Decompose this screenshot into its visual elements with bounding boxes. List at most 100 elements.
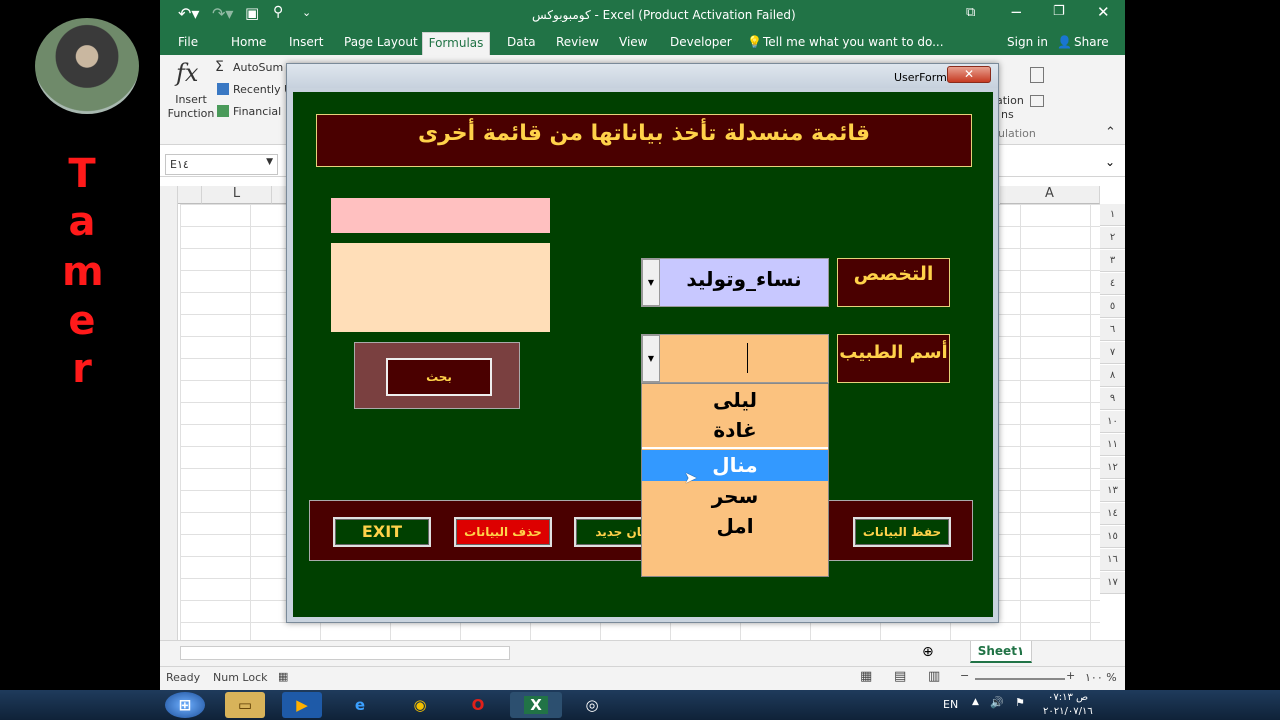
doctor-dropdown-list[interactable]: ليلى غادة منال ➤ سحر امل — [641, 383, 829, 577]
sign-in-link[interactable]: Sign in — [1007, 35, 1048, 49]
tab-formulas[interactable]: Formulas — [422, 32, 490, 55]
sheet-tab-bar: ⊕ Sheet١ — [160, 640, 1125, 666]
peach-textbox[interactable] — [331, 243, 550, 332]
opera-icon[interactable]: O — [458, 692, 498, 718]
pink-textbox[interactable] — [331, 198, 550, 233]
zoom-level[interactable]: ١٠٠ % — [1085, 671, 1117, 684]
minimize-icon[interactable]: − — [1010, 3, 1023, 21]
language-indicator[interactable]: EN — [943, 698, 958, 711]
page-layout-view-icon[interactable]: ▤ — [894, 669, 906, 684]
status-numlock: Num Lock — [213, 671, 268, 684]
collapse-ribbon-icon[interactable]: ⌃ — [1105, 125, 1116, 140]
row-header[interactable]: ١٥ — [1100, 526, 1125, 548]
chevron-down-icon[interactable]: ▼ — [642, 259, 660, 306]
normal-view-icon[interactable]: ▦ — [860, 669, 872, 684]
presenter-letter: m — [62, 249, 104, 295]
delete-button[interactable]: حذف البيانات — [454, 517, 552, 547]
clock-time[interactable]: ص ٠٧:١٣ — [1048, 692, 1088, 703]
financial-icon — [217, 105, 229, 117]
share-button[interactable]: Share — [1074, 35, 1109, 49]
excel-taskbar-icon[interactable]: X — [510, 692, 562, 718]
row-header[interactable]: ٧ — [1100, 342, 1125, 364]
tab-review[interactable]: Review — [556, 35, 599, 49]
row-header[interactable]: ٥ — [1100, 296, 1125, 318]
tab-file[interactable]: File — [178, 35, 198, 49]
add-sheet-icon[interactable]: ⊕ — [922, 644, 934, 660]
start-button-icon[interactable]: ⊞ — [165, 692, 205, 718]
function-icon[interactable]: fx — [176, 59, 198, 87]
row-header[interactable]: ١٧ — [1100, 572, 1125, 594]
zoom-in-icon[interactable]: + — [1066, 669, 1075, 682]
column-header[interactable]: L — [202, 186, 272, 204]
row-header[interactable]: ١٣ — [1100, 480, 1125, 502]
internet-explorer-icon[interactable]: e — [340, 692, 380, 718]
search-button[interactable]: بحث — [386, 358, 492, 396]
media-player-icon[interactable]: ▶ — [282, 692, 322, 718]
row-header[interactable]: ٩ — [1100, 388, 1125, 410]
column-header[interactable]: A — [1000, 186, 1100, 204]
undo-icon[interactable]: ↶▾ — [178, 4, 199, 23]
sheet-tab-sheet1[interactable]: Sheet١ — [970, 641, 1032, 663]
column-header[interactable] — [178, 186, 202, 204]
dropdown-item[interactable]: ليلى — [642, 388, 828, 420]
exit-button[interactable]: EXIT — [333, 517, 431, 547]
dropdown-item[interactable]: امل — [642, 514, 828, 544]
action-center-icon[interactable]: ⚑ — [1015, 696, 1025, 709]
tab-insert[interactable]: Insert — [289, 35, 323, 49]
zoom-out-icon[interactable]: − — [960, 669, 969, 682]
speaker-icon[interactable]: 🔊 — [990, 696, 1004, 709]
divider — [642, 447, 828, 449]
recently-used-button[interactable]: Recently U — [233, 83, 292, 96]
row-header[interactable]: ٦ — [1100, 319, 1125, 341]
search-icon[interactable]: ⚲ — [273, 4, 283, 20]
dropdown-item[interactable]: سحر — [642, 484, 828, 514]
maximize-icon[interactable]: ❐ — [1053, 4, 1065, 19]
tab-developer[interactable]: Developer — [670, 35, 732, 49]
qat-menu-icon[interactable]: ⌄ — [302, 6, 311, 19]
ribbon-display-icon[interactable]: ⧉ — [966, 5, 975, 20]
row-header[interactable]: ٤ — [1100, 273, 1125, 295]
save-icon[interactable]: ▣ — [245, 4, 259, 22]
calc-options-button[interactable]: ation — [996, 94, 1024, 107]
chrome-icon[interactable]: ◉ — [400, 692, 440, 718]
redo-icon[interactable]: ↷▾ — [212, 4, 233, 23]
userform-close-button[interactable]: ✕ — [947, 66, 991, 83]
insert-function-button[interactable]: Insert Function — [166, 93, 216, 121]
page-break-view-icon[interactable]: ▥ — [928, 669, 940, 684]
tab-home[interactable]: Home — [231, 35, 266, 49]
zoom-slider[interactable] — [975, 678, 1065, 680]
row-header[interactable]: ١١ — [1100, 434, 1125, 456]
specialty-combobox[interactable]: ▼ نساء_وتوليد — [641, 258, 829, 307]
chevron-down-icon[interactable]: ▼ — [642, 335, 660, 382]
save-data-button[interactable]: حفظ البيانات — [853, 517, 951, 547]
row-header[interactable]: ١ — [1100, 204, 1125, 226]
autosum-button[interactable]: AutoSum — [233, 61, 283, 74]
row-header[interactable]: ٣ — [1100, 250, 1125, 272]
vertical-scrollbar[interactable] — [160, 186, 178, 640]
tell-me-box[interactable]: Tell me what you want to do... — [763, 35, 944, 49]
row-header[interactable]: ١٦ — [1100, 549, 1125, 571]
tab-view[interactable]: View — [619, 35, 647, 49]
file-explorer-icon[interactable]: ▭ — [225, 692, 265, 718]
chevron-down-icon[interactable]: ▼ — [266, 157, 273, 167]
name-box[interactable]: E١٤ ▼ — [165, 154, 278, 175]
clock-date[interactable]: ٢٠٢١/٠٧/١٦ — [1043, 706, 1093, 717]
row-header[interactable]: ١٠ — [1100, 411, 1125, 433]
dropdown-item-selected[interactable]: منال — [642, 450, 828, 481]
close-icon[interactable]: ✕ — [1097, 3, 1110, 21]
tab-page-layout[interactable]: Page Layout — [344, 35, 418, 49]
dropdown-item[interactable]: غادة — [642, 418, 828, 448]
calc-sheet-icon[interactable] — [1030, 95, 1044, 107]
doctor-combobox[interactable]: ▼ — [641, 334, 829, 383]
expand-formula-icon[interactable]: ⌄ — [1105, 155, 1115, 169]
recorder-icon[interactable]: ◎ — [572, 692, 612, 718]
horizontal-scrollbar[interactable] — [180, 646, 510, 660]
row-header[interactable]: ٨ — [1100, 365, 1125, 387]
tab-data[interactable]: Data — [507, 35, 536, 49]
row-header[interactable]: ١٤ — [1100, 503, 1125, 525]
row-header[interactable]: ٢ — [1100, 227, 1125, 249]
financial-button[interactable]: Financial — [233, 105, 281, 118]
row-header[interactable]: ١٢ — [1100, 457, 1125, 479]
macro-record-icon[interactable]: ▦ — [278, 670, 288, 683]
tray-up-icon[interactable]: ▲ — [972, 697, 979, 707]
